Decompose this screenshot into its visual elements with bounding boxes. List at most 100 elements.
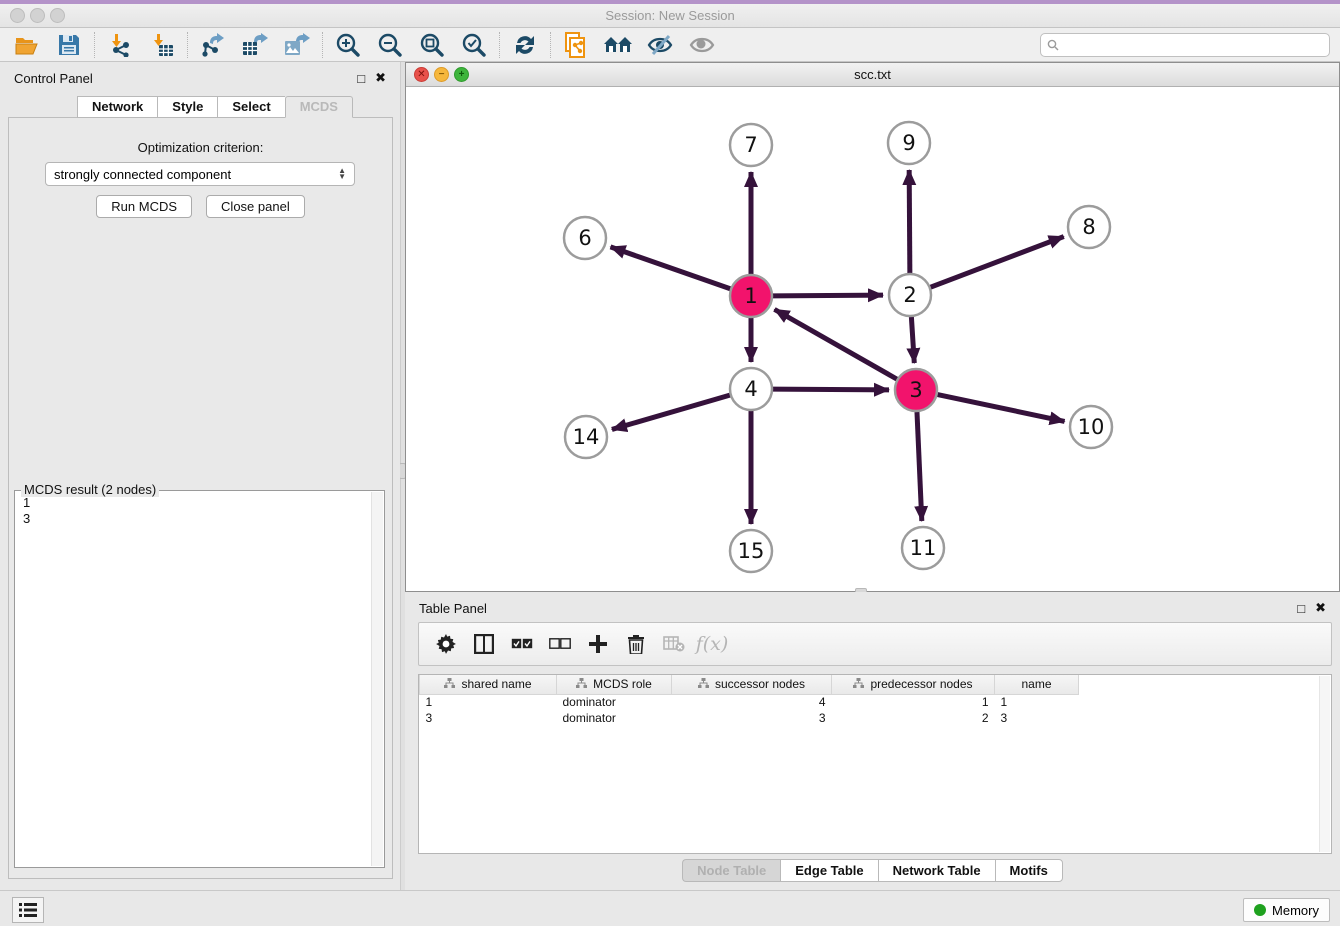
close-window-button[interactable] (10, 8, 25, 23)
graph-node-label-9: 9 (902, 131, 915, 155)
export-image-icon[interactable] (282, 31, 312, 59)
network-close-button[interactable]: ✕ (414, 67, 429, 82)
table-panel-title: Table Panel (419, 601, 1287, 616)
edge-1-2[interactable] (773, 295, 883, 296)
table-row[interactable]: 1dominator411 (420, 694, 1079, 710)
table-header-row: shared nameMCDS rolesuccessor nodesprede… (420, 675, 1079, 694)
hide-details-icon[interactable] (645, 31, 675, 59)
graph-node-label-10: 10 (1078, 415, 1105, 439)
task-history-button[interactable] (12, 897, 44, 923)
network-zoom-button[interactable]: + (454, 67, 469, 82)
first-neighbors-icon[interactable] (603, 31, 633, 59)
table-cell[interactable]: 4 (672, 694, 832, 710)
edge-1-6[interactable] (610, 247, 730, 289)
edge-3-11[interactable] (917, 412, 922, 521)
edge-2-9[interactable] (909, 170, 910, 273)
table-cell[interactable]: 3 (420, 710, 557, 726)
network-canvas[interactable]: 7968124314101511 (406, 87, 1339, 591)
table-cell[interactable]: 3 (995, 710, 1079, 726)
control-panel-tabs: NetworkStyleSelectMCDS (77, 96, 353, 118)
tab-select[interactable]: Select (217, 96, 284, 118)
tab-network-table[interactable]: Network Table (878, 859, 995, 882)
graph-node-label-6: 6 (578, 226, 591, 250)
edge-3-1[interactable] (774, 309, 896, 379)
table-cell[interactable]: 3 (672, 710, 832, 726)
search-input[interactable] (1040, 33, 1330, 57)
mcds-result-text[interactable]: 1 3 (17, 495, 370, 865)
mcds-result-scrollbar[interactable] (371, 492, 383, 866)
tab-network[interactable]: Network (77, 96, 157, 118)
zoom-window-button[interactable] (50, 8, 65, 23)
network-minimize-button[interactable]: − (434, 67, 449, 82)
run-mcds-button[interactable]: Run MCDS (96, 195, 192, 218)
save-session-icon[interactable] (54, 31, 84, 59)
network-window-titlebar[interactable]: ✕ − + scc.txt (406, 63, 1339, 87)
show-details-icon[interactable] (687, 31, 717, 59)
network-title: scc.txt (406, 67, 1339, 82)
table-row[interactable]: 3dominator323 (420, 710, 1079, 726)
graph-node-label-1: 1 (744, 284, 757, 308)
table-cell[interactable]: 2 (832, 710, 995, 726)
column-header-MCDS-role[interactable]: MCDS role (557, 675, 672, 694)
float-panel-icon[interactable]: □ (357, 71, 365, 86)
memory-label: Memory (1272, 903, 1319, 918)
zoom-out-icon[interactable] (375, 31, 405, 59)
minimize-window-button[interactable] (30, 8, 45, 23)
memory-status-icon (1254, 904, 1266, 916)
tab-mcds[interactable]: MCDS (285, 96, 353, 118)
graph-node-label-11: 11 (910, 536, 937, 560)
duplicate-network-icon[interactable] (561, 31, 591, 59)
table-cell[interactable]: dominator (557, 694, 672, 710)
delete-column-icon[interactable] (621, 629, 651, 659)
toolbar-separator (94, 32, 95, 58)
table-cell[interactable]: dominator (557, 710, 672, 726)
close-panel-icon[interactable]: ✖ (1315, 600, 1326, 616)
open-file-icon[interactable] (12, 31, 42, 59)
close-panel-button[interactable]: Close panel (206, 195, 305, 218)
table-panel: Table Panel □ ✖ (405, 592, 1340, 890)
import-table-icon[interactable] (147, 31, 177, 59)
main-toolbar (0, 28, 1340, 62)
edge-2-3[interactable] (911, 317, 914, 363)
edge-4-3[interactable] (773, 389, 889, 390)
criterion-value: strongly connected component (54, 167, 231, 182)
edge-4-14[interactable] (612, 395, 730, 429)
table-scrollbar[interactable] (1319, 676, 1330, 852)
select-all-icon[interactable] (507, 629, 537, 659)
float-panel-icon[interactable]: □ (1297, 601, 1305, 616)
memory-button[interactable]: Memory (1243, 898, 1330, 922)
column-header-predecessor-nodes[interactable]: predecessor nodes (832, 675, 995, 694)
graph-node-label-3: 3 (909, 378, 922, 402)
select-stepper-icon: ▲▼ (338, 168, 346, 180)
settings-gear-icon[interactable] (431, 629, 461, 659)
import-network-icon[interactable] (105, 31, 135, 59)
function-builder-icon: f(x) (697, 629, 727, 659)
node-table[interactable]: shared nameMCDS rolesuccessor nodesprede… (418, 674, 1332, 854)
export-network-icon[interactable] (198, 31, 228, 59)
zoom-selected-icon[interactable] (459, 31, 489, 59)
column-visibility-icon[interactable] (469, 629, 499, 659)
zoom-fit-icon[interactable] (417, 31, 447, 59)
toolbar-separator (187, 32, 188, 58)
tab-edge-table[interactable]: Edge Table (780, 859, 877, 882)
refresh-icon[interactable] (510, 31, 540, 59)
table-toolbar: f(x) (418, 622, 1332, 666)
column-header-name[interactable]: name (995, 675, 1079, 694)
table-cell[interactable]: 1 (832, 694, 995, 710)
close-panel-icon[interactable]: ✖ (375, 70, 386, 86)
column-header-successor-nodes[interactable]: successor nodes (672, 675, 832, 694)
edge-3-10[interactable] (938, 395, 1065, 422)
table-cell[interactable]: 1 (420, 694, 557, 710)
tab-node-table[interactable]: Node Table (682, 859, 780, 882)
add-column-icon[interactable] (583, 629, 613, 659)
criterion-select[interactable]: strongly connected component ▲▼ (45, 162, 355, 186)
zoom-in-icon[interactable] (333, 31, 363, 59)
deselect-all-icon[interactable] (545, 629, 575, 659)
column-header-shared-name[interactable]: shared name (420, 675, 557, 694)
table-cell[interactable]: 1 (995, 694, 1079, 710)
export-table-icon[interactable] (240, 31, 270, 59)
graph-node-label-2: 2 (903, 283, 916, 307)
edge-2-8[interactable] (931, 237, 1064, 288)
tab-motifs[interactable]: Motifs (995, 859, 1063, 882)
tab-style[interactable]: Style (157, 96, 217, 118)
